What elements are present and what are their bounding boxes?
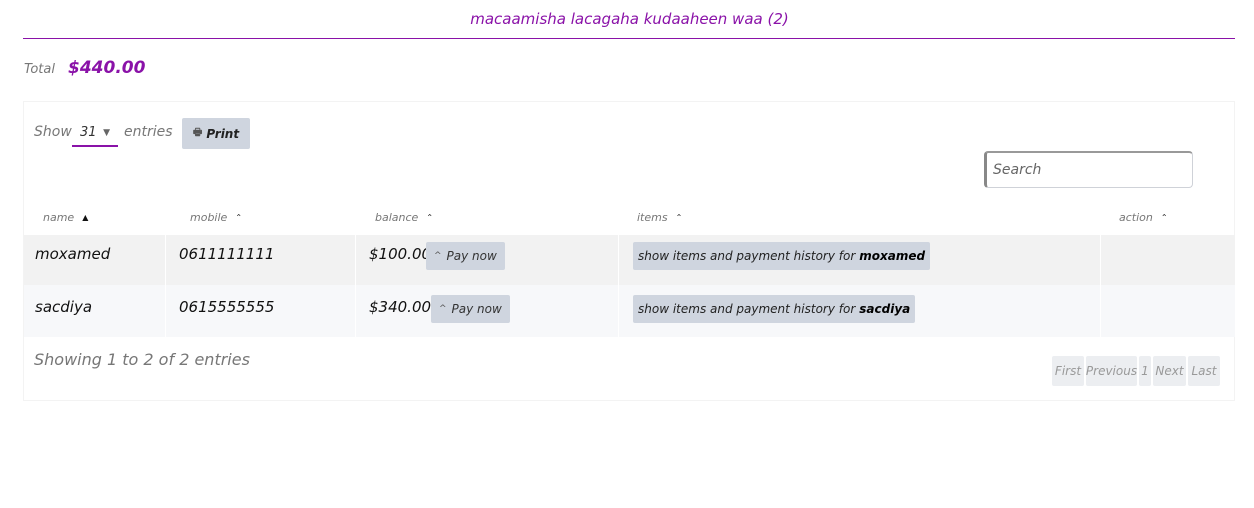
pager-last[interactable]: Last xyxy=(1188,356,1220,386)
items-history-button[interactable]: show items and payment history for moxam… xyxy=(633,242,931,270)
show-label: Show xyxy=(34,124,72,140)
cell-mobile: 0615555555 xyxy=(179,298,275,316)
title-divider xyxy=(23,38,1235,39)
cell-divider xyxy=(355,285,356,337)
sort-up-icon: ⌃ xyxy=(235,213,243,222)
sort-up-icon: ▲ xyxy=(82,213,89,222)
entries-select-value: 31 xyxy=(80,125,97,140)
print-button-label: Print xyxy=(206,126,240,141)
column-header-action[interactable]: action ⌃ xyxy=(1119,211,1168,224)
showing-info: Showing 1 to 2 of 2 entries xyxy=(34,350,250,369)
items-history-text: show items and payment history for xyxy=(638,302,856,316)
cell-divider xyxy=(1100,285,1101,337)
cell-balance: $340.00 xyxy=(369,298,432,316)
pager-previous[interactable]: Previous xyxy=(1086,356,1137,386)
sort-up-icon: ⌃ xyxy=(1160,213,1168,222)
pay-now-label: Pay now xyxy=(446,249,497,263)
caret-down-icon: ▼ xyxy=(103,128,110,138)
items-history-customer: sacdiya xyxy=(859,302,911,316)
pager-next[interactable]: Next xyxy=(1153,356,1186,386)
items-history-customer: moxamed xyxy=(859,249,926,263)
pager-first[interactable]: First xyxy=(1052,356,1084,386)
cell-divider xyxy=(165,235,166,285)
cell-name: sacdiya xyxy=(35,298,93,316)
cell-divider xyxy=(618,235,619,285)
cell-name: moxamed xyxy=(35,245,111,263)
column-header-mobile[interactable]: mobile ⌃ xyxy=(190,211,242,224)
page-title: macaamisha lacagaha kudaaheen waa (2) xyxy=(470,10,789,28)
chevron-up-icon: ^ xyxy=(439,304,447,314)
items-history-text: show items and payment history for xyxy=(638,249,856,263)
pay-now-button[interactable]: ^ Pay now xyxy=(426,242,505,270)
search-input[interactable] xyxy=(984,151,1193,188)
print-button[interactable]: 🖶 Print xyxy=(182,118,250,149)
cell-divider xyxy=(618,285,619,337)
total-label: Total xyxy=(24,62,55,77)
entries-label: entries xyxy=(124,124,173,140)
cell-divider xyxy=(1100,235,1101,285)
printer-icon: 🖶 xyxy=(192,127,203,138)
total-value: $440.00 xyxy=(68,58,146,78)
entries-select[interactable]: 31 ▼ xyxy=(72,122,118,147)
items-history-button[interactable]: show items and payment history for sacdi… xyxy=(633,295,916,323)
pay-now-label: Pay now xyxy=(451,302,502,316)
cell-balance: $100.00 xyxy=(369,245,432,263)
sort-up-icon: ⌃ xyxy=(675,213,683,222)
pay-now-button[interactable]: ^ Pay now xyxy=(431,295,510,323)
pager-page-1[interactable]: 1 xyxy=(1139,356,1151,386)
cell-mobile: 0611111111 xyxy=(179,245,275,263)
chevron-up-icon: ^ xyxy=(434,251,442,261)
cell-divider xyxy=(355,235,356,285)
sort-up-icon: ⌃ xyxy=(426,213,434,222)
column-header-items[interactable]: items ⌃ xyxy=(637,211,682,224)
column-header-name[interactable]: name ▲ xyxy=(43,211,88,224)
column-header-balance[interactable]: balance ⌃ xyxy=(375,211,433,224)
cell-divider xyxy=(165,285,166,337)
